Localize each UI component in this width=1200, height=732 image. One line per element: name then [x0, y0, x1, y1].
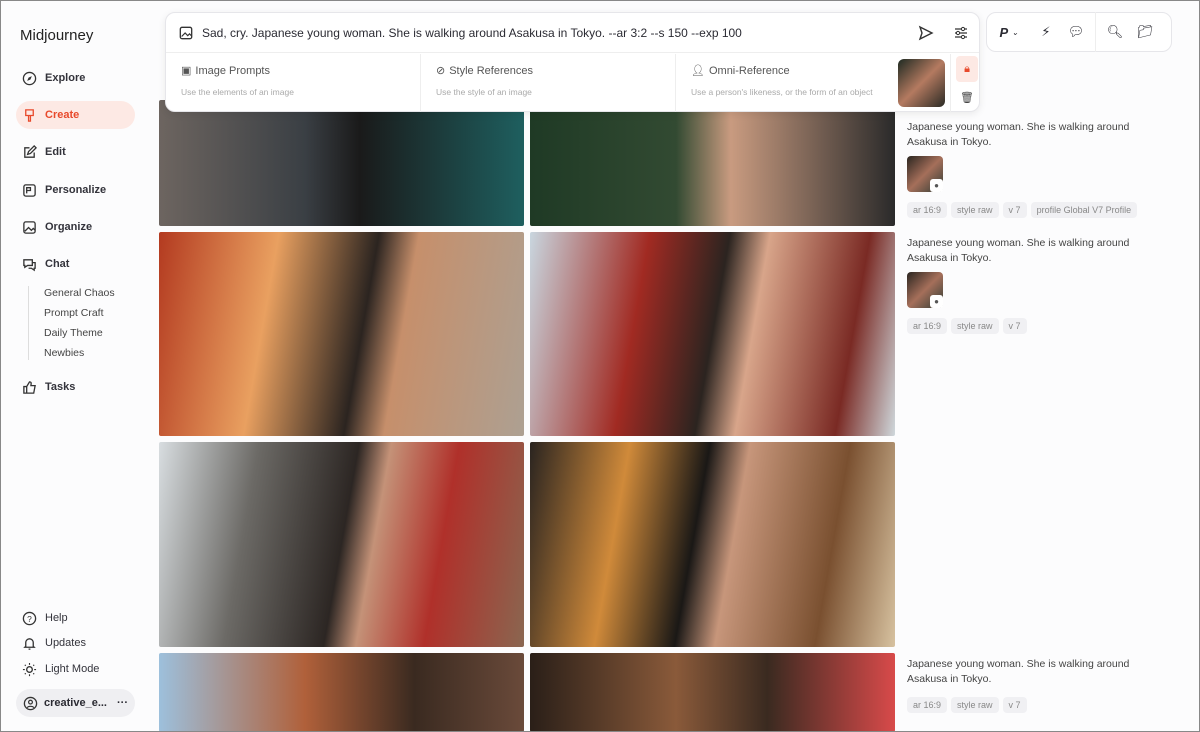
generated-image[interactable] [530, 100, 895, 226]
nav-organize[interactable]: Organize [16, 213, 135, 241]
profile-selector[interactable]: P ⌄ [987, 25, 1031, 40]
nav-label: Create [45, 109, 80, 121]
bell-icon [23, 637, 36, 650]
ref-title: Style References [449, 64, 533, 77]
param-tag[interactable]: v 7 [1002, 202, 1027, 218]
svg-text:?: ? [27, 613, 32, 623]
generated-image[interactable] [530, 232, 895, 436]
omni-reference-thumbnail[interactable]: ● [907, 156, 943, 192]
job-params: ar 16:9 style raw v 7 [907, 318, 1027, 334]
nav-label: Personalize [45, 184, 107, 196]
user-avatar-icon [23, 696, 38, 710]
person-icon: ● [930, 295, 943, 308]
nav-light-mode[interactable]: Light Mode [16, 655, 135, 683]
personalize-icon [23, 183, 36, 197]
param-tag[interactable]: style raw [951, 202, 999, 218]
ref-title: Omni-Reference [708, 64, 790, 77]
add-image-icon[interactable] [179, 26, 193, 40]
nav-tasks[interactable]: Tasks [16, 373, 135, 401]
nav-label: Tasks [45, 381, 76, 393]
param-tag[interactable]: style raw [951, 697, 999, 713]
generated-image[interactable] [530, 653, 895, 732]
lock-icon[interactable]: 🔒︎ [956, 56, 978, 82]
person-icon: ● [930, 179, 943, 192]
image-prompts-slot[interactable]: ▣ Image Prompts Use the elements of an ima… [166, 54, 421, 112]
toolbar-divider [1095, 12, 1096, 52]
nav-create[interactable]: Create [16, 101, 135, 129]
more-options-icon[interactable]: ··· [117, 697, 128, 709]
edit-icon [24, 144, 37, 158]
omni-reference-image[interactable] [898, 59, 945, 107]
nav-label: Help [45, 612, 68, 624]
nav-label: Edit [45, 146, 66, 158]
prompt-bar: Sad, cry. Japanese young woman. She is w… [165, 12, 980, 112]
nav-help[interactable]: ? Help [16, 604, 135, 632]
chat-room-general-chaos[interactable]: General Chaos [44, 287, 115, 299]
nav-chat[interactable]: Chat [16, 250, 135, 278]
nav-label: Chat [45, 258, 70, 270]
param-tag[interactable]: ar 16:9 [907, 318, 948, 334]
style-references-slot[interactable]: ⊘ Style References Use the style of an ima… [421, 54, 676, 112]
nav-label: Explore [45, 72, 86, 84]
chat-icon[interactable]: 💬︎ [1061, 24, 1091, 40]
help-icon: ? [22, 611, 37, 625]
nav-label: Organize [45, 221, 93, 233]
job-prompt[interactable]: Japanese young woman. She is walking aro… [907, 120, 1167, 150]
image-icon [23, 220, 36, 234]
image-prompt-icon: ▣ [181, 65, 192, 77]
ref-desc: Use the elements of an image [181, 87, 294, 97]
chat-room-prompt-craft[interactable]: Prompt Craft [44, 307, 104, 319]
job-prompt[interactable]: Japanese young woman. She is walking aro… [907, 657, 1167, 687]
param-tag[interactable]: v 7 [1002, 697, 1027, 713]
lightning-icon[interactable]: ⚡︎ [1031, 24, 1061, 40]
compass-icon [22, 71, 37, 85]
search-icon[interactable]: 🔍︎ [1100, 24, 1130, 40]
nav-label: Updates [45, 637, 86, 649]
user-menu[interactable]: creative_e... ··· [16, 689, 135, 717]
nav-label: Light Mode [45, 663, 100, 675]
generated-image[interactable] [159, 653, 524, 732]
ref-title: Image Prompts [195, 64, 270, 77]
settings-sliders-icon[interactable] [953, 25, 969, 41]
chat-room-newbies[interactable]: Newbies [44, 347, 84, 359]
generated-image[interactable] [159, 100, 524, 226]
username: creative_e... [44, 697, 107, 709]
generated-image[interactable] [530, 442, 895, 647]
param-tag[interactable]: style raw [951, 318, 999, 334]
prompt-input[interactable]: Sad, cry. Japanese young woman. She is w… [202, 26, 909, 40]
sidebar: Midjourney Explore Create Edit Personali… [0, 0, 150, 732]
param-tag[interactable]: ar 16:9 [907, 202, 948, 218]
chat-room-daily-theme[interactable]: Daily Theme [44, 327, 103, 339]
nav-updates[interactable]: Updates [16, 629, 135, 657]
trash-icon[interactable]: 🗑︎ [956, 87, 978, 109]
nav-explore[interactable]: Explore [16, 64, 135, 92]
brush-icon [25, 108, 34, 122]
send-icon[interactable] [918, 25, 934, 41]
folder-icon[interactable]: 📁︎ [1130, 24, 1160, 40]
top-toolbar: P ⌄ ⚡︎ 💬︎ 🔍︎ 📁︎ [986, 12, 1172, 52]
ref-desc: Use the style of an image [436, 87, 532, 97]
param-tag[interactable]: profile Global V7 Profile [1030, 202, 1138, 218]
param-tag[interactable]: v 7 [1002, 318, 1027, 334]
paperclip-icon: ⊘ [436, 65, 446, 77]
nav-edit[interactable]: Edit [16, 138, 135, 166]
chat-rooms-divider [28, 286, 29, 360]
app-logo[interactable]: Midjourney [20, 27, 93, 44]
generated-image[interactable] [159, 232, 524, 436]
chat-icon [23, 258, 36, 271]
nav-personalize[interactable]: Personalize [16, 176, 135, 204]
generated-image[interactable] [159, 442, 524, 647]
job-params: ar 16:9 style raw v 7 profile Global V7 Pro… [907, 202, 1138, 218]
job-prompt[interactable]: Japanese young woman. She is walking aro… [907, 236, 1167, 266]
omni-reference-thumbnail[interactable]: ● [907, 272, 943, 308]
param-tag[interactable]: ar 16:9 [907, 697, 948, 713]
person-icon: 👤︎ [691, 65, 705, 77]
sun-icon [22, 662, 37, 676]
thumbs-up-icon [23, 380, 36, 394]
job-params: ar 16:9 style raw v 7 [907, 697, 1027, 713]
